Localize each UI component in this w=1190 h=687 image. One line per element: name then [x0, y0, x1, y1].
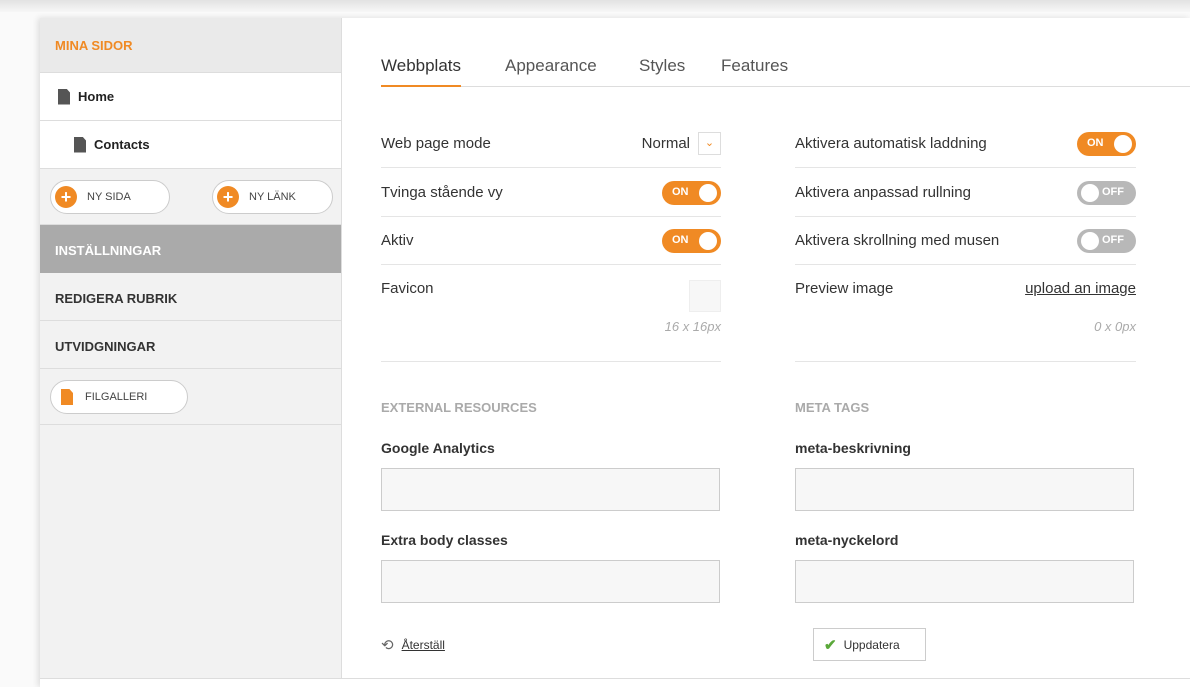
- window-top-bar: [0, 0, 1190, 12]
- mouse-scroll-row: Aktivera skrollning med musen OFF: [795, 217, 1136, 265]
- meta-keywords-input[interactable]: [795, 560, 1134, 603]
- external-resources-title: EXTERNAL RESOURCES: [381, 400, 537, 415]
- meta-description-label: meta-beskrivning: [795, 440, 911, 456]
- new-link-label: NY LÄNK: [249, 191, 296, 203]
- page-label: Contacts: [94, 137, 150, 152]
- new-page-button[interactable]: + NY SIDA: [50, 180, 170, 214]
- mouse-scroll-toggle[interactable]: OFF: [1077, 228, 1136, 253]
- custom-scroll-label: Aktivera anpassad rullning: [795, 184, 971, 201]
- toggle-knob: [1081, 231, 1099, 250]
- toggle-knob: [699, 183, 717, 202]
- sidebar-section-settings[interactable]: INSTÄLLNINGAR: [40, 225, 341, 273]
- tab-styles[interactable]: Styles: [639, 56, 685, 87]
- toggle-knob: [1081, 183, 1099, 202]
- sidebar: MINA SIDOR Home Contacts + NY SIDA + NY …: [40, 18, 342, 678]
- favicon-row: Favicon 16 x 16px: [381, 266, 721, 362]
- extra-body-classes-label: Extra body classes: [381, 532, 508, 548]
- preview-image-size: 0 x 0px: [1094, 319, 1136, 334]
- new-page-label: NY SIDA: [87, 191, 131, 203]
- sidebar-add-buttons: + NY SIDA + NY LÄNK: [40, 169, 341, 225]
- page-mode-label: Web page mode: [381, 135, 491, 152]
- force-portrait-toggle[interactable]: ON: [662, 180, 721, 205]
- page-label: Home: [78, 89, 115, 104]
- toggle-state: ON: [1087, 136, 1104, 149]
- custom-scroll-row: Aktivera anpassad rullning OFF: [795, 169, 1136, 217]
- toggle-knob: [1114, 134, 1132, 153]
- sidebar-file-buttons: FILGALLERI: [40, 369, 341, 425]
- plus-icon: +: [217, 186, 239, 208]
- toggle-state: OFF: [1102, 233, 1124, 246]
- toggle-state: ON: [672, 233, 689, 246]
- active-row: Aktiv ON: [381, 217, 721, 265]
- meta-tags-title: META TAGS: [795, 400, 870, 415]
- preview-image-label: Preview image: [795, 280, 894, 297]
- toggle-state: ON: [672, 185, 689, 198]
- tab-appearance[interactable]: Appearance: [505, 56, 597, 87]
- mouse-scroll-label: Aktivera skrollning med musen: [795, 232, 1000, 249]
- page-mode-row: Web page mode Normal ⌄: [381, 120, 721, 168]
- sidebar-section-edit-header[interactable]: REDIGERA RUBRIK: [40, 273, 341, 321]
- update-button[interactable]: ✔ Uppdatera: [813, 628, 926, 661]
- sidebar-page-home[interactable]: Home: [40, 73, 341, 121]
- file-icon: [61, 389, 73, 405]
- upload-image-link[interactable]: upload an image: [1025, 280, 1136, 297]
- file-gallery-label: FILGALLERI: [85, 391, 148, 403]
- reset-button[interactable]: ⟲ Återställ: [381, 636, 445, 654]
- page-icon: [74, 136, 86, 153]
- active-label: Aktiv: [381, 232, 414, 249]
- meta-keywords-label: meta-nyckelord: [795, 532, 899, 548]
- file-gallery-button[interactable]: FILGALLERI: [50, 380, 188, 414]
- toggle-knob: [699, 231, 717, 250]
- page-mode-select[interactable]: Normal ⌄: [642, 132, 721, 155]
- window-bottom-bar: [40, 678, 1190, 687]
- auto-load-toggle[interactable]: ON: [1077, 131, 1136, 156]
- extra-body-classes-input[interactable]: [381, 560, 720, 603]
- favicon-preview[interactable]: [689, 280, 721, 312]
- auto-load-label: Aktivera automatisk laddning: [795, 135, 987, 152]
- tab-webbplats[interactable]: Webbplats: [381, 56, 462, 87]
- undo-icon: ⟲: [381, 637, 394, 654]
- tab-features[interactable]: Features: [721, 56, 788, 87]
- force-portrait-label: Tvinga stående vy: [381, 184, 503, 201]
- auto-load-row: Aktivera automatisk laddning ON: [795, 120, 1136, 168]
- check-icon: ✔: [824, 636, 837, 654]
- favicon-label: Favicon: [381, 280, 434, 297]
- force-portrait-row: Tvinga stående vy ON: [381, 169, 721, 217]
- sidebar-page-contacts[interactable]: Contacts: [40, 121, 341, 169]
- new-link-button[interactable]: + NY LÄNK: [212, 180, 333, 214]
- google-analytics-input[interactable]: [381, 468, 720, 511]
- chevron-down-icon[interactable]: ⌄: [698, 132, 721, 155]
- active-toggle[interactable]: ON: [662, 228, 721, 253]
- settings-panel: Webbplats Appearance Styles Features Web…: [343, 18, 1190, 678]
- preview-image-row: Preview image upload an image 0 x 0px: [795, 266, 1136, 362]
- google-analytics-label: Google Analytics: [381, 440, 495, 456]
- favicon-size: 16 x 16px: [664, 319, 721, 334]
- update-label: Uppdatera: [843, 637, 900, 652]
- page-icon: [58, 88, 70, 105]
- tab-bar: Webbplats Appearance Styles Features: [381, 56, 1190, 87]
- sidebar-section-extensions[interactable]: UTVIDGNINGAR: [40, 321, 341, 369]
- custom-scroll-toggle[interactable]: OFF: [1077, 180, 1136, 205]
- sidebar-title: MINA SIDOR: [40, 18, 341, 73]
- page-mode-value: Normal: [641, 135, 690, 152]
- toggle-state: OFF: [1102, 185, 1124, 198]
- plus-icon: +: [55, 186, 77, 208]
- meta-description-input[interactable]: [795, 468, 1134, 511]
- reset-label: Återställ: [401, 638, 445, 652]
